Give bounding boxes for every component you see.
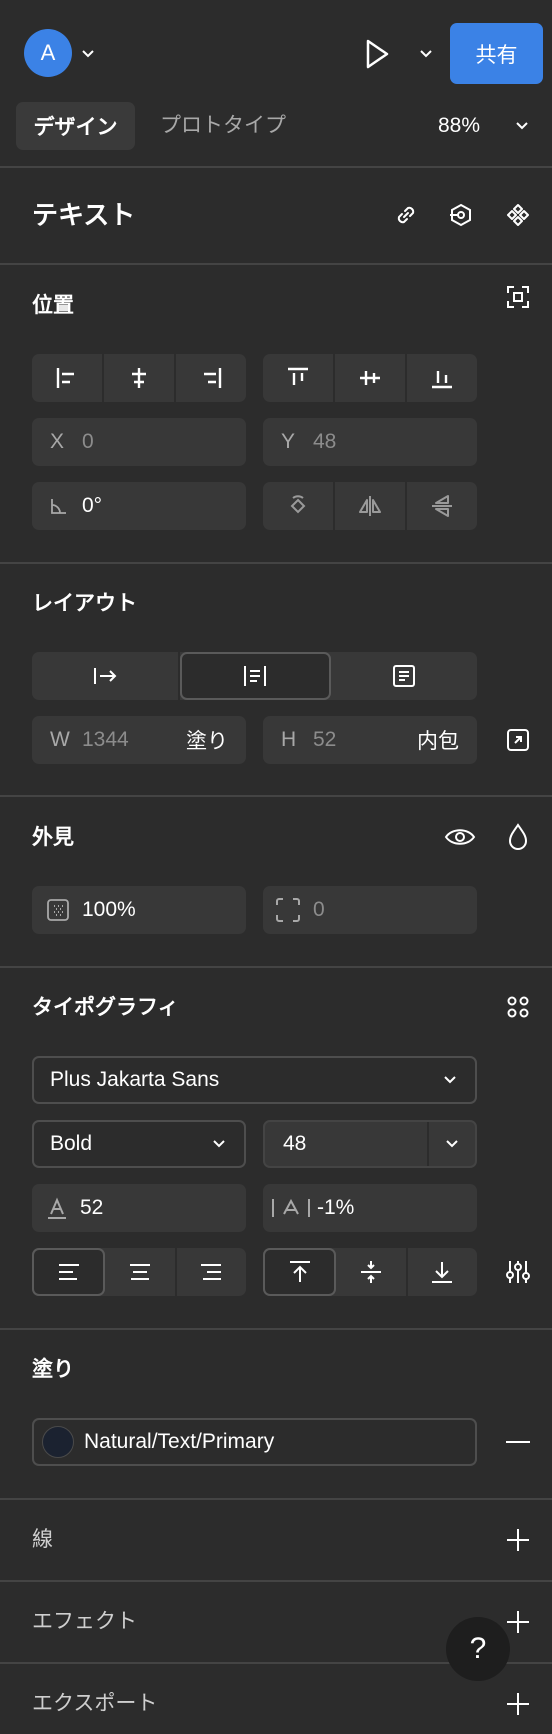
text-align-right-icon[interactable] [177, 1248, 246, 1296]
add-stroke-icon[interactable] [504, 1526, 532, 1554]
font-weight-value: Bold [50, 1132, 93, 1155]
align-left-icon[interactable] [32, 354, 104, 402]
stroke-title[interactable]: 線 [32, 1526, 53, 1554]
tab-design[interactable]: デザイン [16, 102, 135, 150]
font-size-chevron-icon[interactable] [427, 1122, 475, 1166]
text-align-middle-icon[interactable] [336, 1248, 408, 1296]
font-size-value[interactable]: 48 [283, 1132, 427, 1156]
flip-horizontal-icon[interactable] [335, 482, 407, 530]
opacity-field[interactable]: 100% [32, 886, 246, 934]
text-resize-group [32, 652, 477, 700]
rotation-value: 0° [82, 494, 103, 517]
export-title[interactable]: エクスポート [32, 1690, 157, 1718]
fixed-size-icon[interactable] [331, 652, 477, 700]
eye-icon[interactable] [443, 823, 477, 851]
fill-style-name: Natural/Text/Primary [84, 1430, 275, 1453]
font-family-value: Plus Jakarta Sans [50, 1068, 220, 1091]
variable-icon[interactable] [447, 201, 475, 229]
text-align-horizontal-group [32, 1248, 246, 1296]
w-mode[interactable]: 塗り [186, 725, 228, 755]
frame-selection-icon[interactable] [504, 283, 532, 311]
font-weight-chevron-icon [212, 1139, 226, 1149]
font-family-dropdown[interactable]: Plus Jakarta Sans [32, 1056, 477, 1104]
align-right-icon[interactable] [176, 354, 246, 402]
fill-style-row[interactable]: Natural/Text/Primary [32, 1418, 477, 1466]
avatar[interactable]: A [24, 29, 72, 77]
y-value: 48 [313, 430, 337, 453]
zoom-chevron-icon[interactable] [512, 116, 532, 136]
y-position-field[interactable]: Y 48 [263, 418, 477, 466]
h-value: 52 [313, 728, 337, 751]
line-height-value: 52 [80, 1196, 104, 1219]
share-button[interactable]: 共有 [450, 23, 543, 84]
align-horizontal-center-icon[interactable] [104, 354, 176, 402]
corner-radius-icon [275, 897, 313, 923]
component-icon[interactable] [504, 201, 532, 229]
auto-width-icon[interactable] [32, 652, 181, 700]
x-label: X [50, 430, 65, 453]
fill-title: 塗り [32, 1358, 74, 1381]
layout-title: レイアウト [32, 592, 137, 615]
auto-height-icon[interactable] [180, 652, 331, 700]
rotation-field[interactable]: 0° [32, 482, 246, 530]
effects-title[interactable]: エフェクト [32, 1608, 137, 1636]
tab-prototype[interactable]: プロトタイプ [160, 110, 286, 142]
remove-fill-icon[interactable] [504, 1428, 532, 1456]
add-export-icon[interactable] [504, 1690, 532, 1718]
font-size-field[interactable]: 48 [263, 1120, 477, 1168]
blend-mode-icon[interactable] [504, 822, 532, 852]
text-align-top-icon[interactable] [263, 1248, 337, 1296]
play-options-chevron-icon[interactable] [416, 44, 436, 64]
text-align-center-icon[interactable] [105, 1248, 177, 1296]
text-styles-icon[interactable] [504, 993, 532, 1021]
flip-vertical-icon[interactable] [407, 482, 477, 530]
width-field[interactable]: W 1344 塗り [32, 716, 246, 764]
fill-color-swatch[interactable] [42, 1426, 74, 1458]
transform-group [263, 482, 477, 530]
layer-type-title: テキスト [32, 200, 136, 230]
w-value: 1344 [82, 728, 129, 751]
align-bottom-icon[interactable] [407, 354, 477, 402]
font-family-chevron-icon [443, 1075, 457, 1085]
horizontal-align-group [32, 354, 246, 402]
appearance-title: 外見 [32, 826, 74, 849]
text-align-vertical-group [263, 1248, 477, 1296]
letter-spacing-value: -1% [317, 1196, 355, 1219]
corner-radius-field[interactable]: 0 [263, 886, 477, 934]
opacity-icon [46, 898, 82, 922]
text-align-bottom-icon[interactable] [408, 1248, 477, 1296]
add-effect-icon[interactable] [504, 1608, 532, 1636]
h-label: H [281, 728, 297, 751]
corner-radius-value: 0 [313, 898, 325, 921]
letter-spacing-icon [269, 1195, 317, 1221]
vertical-align-group [263, 354, 477, 402]
rotate-90-icon[interactable] [263, 482, 335, 530]
position-title: 位置 [32, 294, 74, 317]
y-label: Y [281, 430, 296, 453]
resize-to-fit-icon[interactable] [504, 726, 532, 754]
link-icon[interactable] [392, 201, 420, 229]
play-icon[interactable] [360, 36, 394, 72]
chevron-down-icon[interactable] [78, 44, 98, 64]
w-label: W [50, 728, 70, 751]
line-height-field[interactable]: 52 [32, 1184, 246, 1232]
x-position-field[interactable]: X 0 [32, 418, 246, 466]
font-weight-dropdown[interactable]: Bold [32, 1120, 246, 1168]
opacity-value: 100% [82, 898, 136, 921]
text-align-left-icon[interactable] [32, 1248, 106, 1296]
x-value: 0 [82, 430, 94, 453]
h-mode[interactable]: 内包 [417, 725, 459, 755]
height-field[interactable]: H 52 内包 [263, 716, 477, 764]
align-vertical-center-icon[interactable] [335, 354, 407, 402]
line-height-icon [44, 1195, 80, 1221]
help-button[interactable]: ? [446, 1617, 510, 1681]
zoom-level[interactable]: 88% [438, 112, 480, 140]
rotation-icon [50, 497, 82, 515]
typography-title: タイポグラフィ [32, 996, 179, 1019]
letter-spacing-field[interactable]: -1% [263, 1184, 477, 1232]
type-settings-icon[interactable] [504, 1258, 532, 1286]
align-top-icon[interactable] [263, 354, 335, 402]
